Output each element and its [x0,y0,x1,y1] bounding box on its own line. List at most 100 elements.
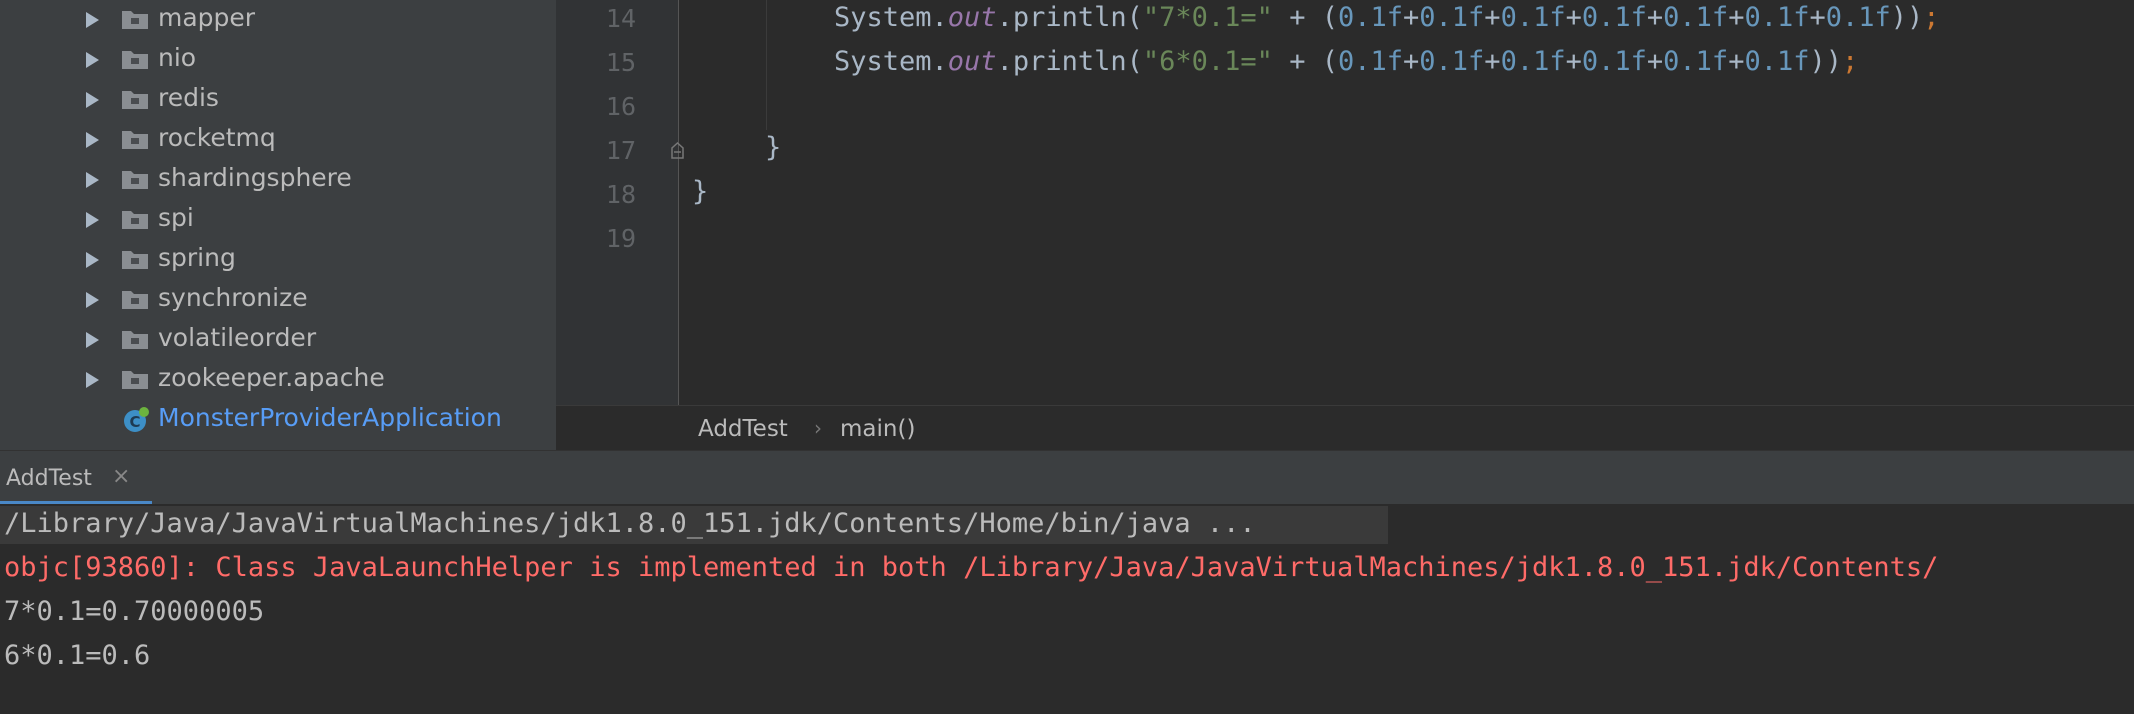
code-token-operator: + [1646,46,1664,77]
code-token-operator: + [1646,2,1664,33]
code-token-number: 0.1f [1744,2,1810,33]
code-token-number: 0.1f [1663,2,1729,33]
code-token-number: 0.1f [1337,46,1403,77]
expand-arrow-icon[interactable] [86,92,99,108]
code-token-operator: + [1403,46,1420,77]
code-token-semicolon: ; [1923,2,1940,33]
expand-arrow-icon[interactable] [86,252,99,268]
expand-arrow-icon[interactable] [86,372,99,388]
code-token-field: out [947,46,997,77]
code-token-number: 0.1f [1581,46,1647,77]
tree-item-label: volatileorder [158,323,317,352]
expand-arrow-icon[interactable] [86,212,99,228]
line-number: 18 [605,180,636,209]
expand-arrow-icon[interactable] [86,52,99,68]
tree-item-label: rocketmq [158,123,276,152]
indent-guide [766,0,767,130]
code-token-operator: + [1484,2,1501,33]
breadcrumb: AddTest › main() [556,405,2134,451]
line-number: 17 [605,136,636,165]
folder-icon [122,91,148,109]
gutter-divider [678,0,679,405]
expand-arrow-icon[interactable] [86,332,99,348]
tree-item-label: zookeeper.apache [158,363,385,392]
tree-item-label: MonsterProviderApplication [158,403,502,432]
tree-item-label: redis [158,83,219,112]
code-token: )) [1890,2,1924,33]
run-tool-window-tabs: AddTest × [0,450,2134,505]
expand-arrow-icon[interactable] [86,12,99,28]
console-warning: objc[93860]: Class JavaLaunchHelper is i… [4,552,1939,583]
line-number: 16 [605,92,636,121]
code-line-15: System.out.println("6*0.1=" + (0.1f+0.1f… [834,46,1858,77]
line-number: 19 [605,224,636,253]
breadcrumb-separator-icon: › [814,416,822,440]
folder-icon [122,171,148,189]
code-token-number: 0.1f [1500,2,1566,33]
close-icon[interactable]: × [112,464,130,489]
tree-item-synchronize[interactable]: synchronize [0,280,556,320]
line-number: 14 [605,4,636,33]
code-token-string: "7*0.1=" [1142,2,1273,33]
code-editor[interactable]: 14 15 16 17 18 19 System.out.println("7*… [556,0,2134,405]
tab-addtest[interactable]: AddTest × [0,451,152,505]
expand-arrow-icon[interactable] [86,132,99,148]
code-line-14: System.out.println("7*0.1=" + (0.1f+0.1f… [834,2,1940,33]
tree-item-mapper[interactable]: mapper [0,0,556,40]
code-token: )) [1809,46,1842,77]
code-token-number: 0.1f [1663,46,1729,77]
code-token-operator: + [1565,46,1582,77]
code-token-number: 0.1f [1337,2,1403,33]
breadcrumb-class[interactable]: AddTest [698,416,788,442]
code-token-number: 0.1f [1419,46,1485,77]
tree-item-app-class[interactable]: C MonsterProviderApplication [0,400,556,440]
console-output-line: 6*0.1=0.6 [4,640,151,671]
folder-icon [122,51,148,69]
tree-item-spi[interactable]: spi [0,200,556,240]
code-token: + ( [1272,2,1338,33]
tree-item-nio[interactable]: nio [0,40,556,80]
folder-icon [122,11,148,29]
tree-item-label: nio [158,43,197,72]
tree-item-spring[interactable]: spring [0,240,556,280]
spring-class-icon: C [124,407,149,432]
project-tree: mapper nio redis rocketmq shardingsphere… [0,0,556,450]
code-token-semicolon: ; [1842,46,1859,77]
tree-item-shardingsphere[interactable]: shardingsphere [0,160,556,200]
run-console[interactable]: /Library/Java/JavaVirtualMachines/jdk1.8… [0,504,2134,714]
tree-item-redis[interactable]: redis [0,80,556,120]
code-token-operator: + [1809,2,1826,33]
code-token: System. [834,2,948,33]
tree-item-label: spi [158,203,194,232]
code-line-17: } [765,132,782,163]
code-token-operator: + [1403,2,1420,33]
code-token-number: 0.1f [1500,46,1566,77]
breadcrumb-method[interactable]: main() [840,416,915,442]
tree-item-volatileorder[interactable]: volatileorder [0,320,556,360]
console-command[interactable]: /Library/Java/JavaVirtualMachines/jdk1.8… [4,508,1256,539]
code-token-operator: + [1565,2,1582,33]
code-token-string: "6*0.1=" [1142,46,1273,77]
expand-arrow-icon[interactable] [86,172,99,188]
tree-item-label: synchronize [158,283,308,312]
expand-arrow-icon[interactable] [86,292,99,308]
tree-item-zookeeper-apache[interactable]: zookeeper.apache [0,360,556,400]
code-token: System. [834,46,948,77]
code-line-18: } [692,176,709,207]
console-output-line: 7*0.1=0.70000005 [4,596,265,627]
code-token: + ( [1272,46,1338,77]
folder-icon [122,291,148,309]
code-token-number: 0.1f [1581,2,1647,33]
code-token-number: 0.1f [1744,46,1810,77]
fold-marker-icon[interactable] [670,141,685,159]
folder-icon [122,131,148,149]
code-token-operator: + [1728,46,1745,77]
code-token-field: out [947,2,997,33]
folder-icon [122,211,148,229]
tree-item-rocketmq[interactable]: rocketmq [0,120,556,160]
tree-item-label: mapper [158,3,256,32]
tab-label: AddTest [6,466,92,491]
line-gutter: 14 15 16 17 18 19 [556,0,678,405]
folder-icon [122,331,148,349]
code-token-operator: + [1728,2,1745,33]
